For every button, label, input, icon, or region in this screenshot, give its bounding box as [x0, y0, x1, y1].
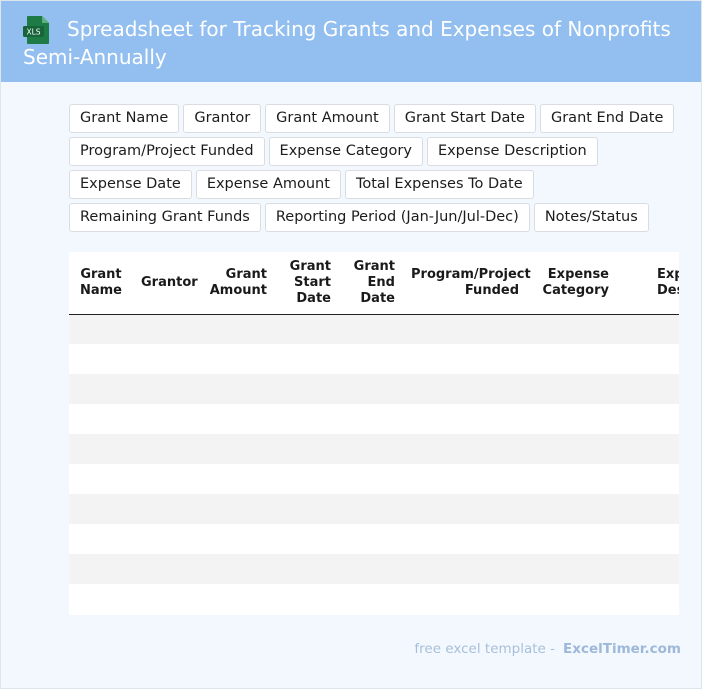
header-banner: XLS Spreadsheet for Tracking Grants and …	[1, 1, 701, 82]
header-expense-description[interactable]: Expense Description	[617, 252, 679, 315]
table-row	[69, 464, 679, 494]
table-header-row: Grant Name Grantor Grant Amount Grant St…	[69, 252, 679, 315]
header-expense-category[interactable]: Expense Category	[527, 252, 617, 315]
table-body	[69, 314, 679, 614]
header-grant-start-date[interactable]: Grant Start Date	[275, 252, 339, 315]
chip-grant-name[interactable]: Grant Name	[69, 104, 180, 133]
chip-grantor[interactable]: Grantor	[183, 104, 262, 133]
page-frame: XLS Spreadsheet for Tracking Grants and …	[0, 0, 702, 689]
table-row	[69, 554, 679, 584]
spreadsheet-table: Grant Name Grantor Grant Amount Grant St…	[69, 252, 679, 615]
table-row	[69, 434, 679, 464]
table-row	[69, 314, 679, 344]
chip-program-project-funded[interactable]: Program/Project Funded	[69, 137, 265, 166]
header-grantor[interactable]: Grantor	[133, 252, 199, 315]
table-row	[69, 374, 679, 404]
header-grant-end-date[interactable]: Grant End Date	[339, 252, 403, 315]
header-grant-amount[interactable]: Grant Amount	[199, 252, 275, 315]
chip-notes-status[interactable]: Notes/Status	[533, 203, 649, 232]
chip-expense-amount[interactable]: Expense Amount	[195, 170, 341, 199]
page-title: Spreadsheet for Tracking Grants and Expe…	[23, 17, 671, 69]
chip-expense-date[interactable]: Expense Date	[69, 170, 192, 199]
table-row	[69, 344, 679, 374]
chip-grant-end-date[interactable]: Grant End Date	[539, 104, 675, 133]
table-row	[69, 524, 679, 554]
footer-text: free excel template -	[414, 641, 556, 657]
table-row	[69, 404, 679, 434]
header-program-project-funded[interactable]: Program/Project Funded	[403, 252, 531, 315]
header-grant-name[interactable]: Grant Name	[69, 252, 133, 315]
footer-brand-link[interactable]: ExcelTimer.com	[563, 641, 681, 657]
chip-grant-start-date[interactable]: Grant Start Date	[393, 104, 536, 133]
chip-expense-category[interactable]: Expense Category	[268, 137, 423, 166]
footer-credit: free excel template - ExcelTimer.com	[1, 641, 681, 657]
table-row	[69, 494, 679, 524]
column-chip-list: Grant Name Grantor Grant Amount Grant St…	[69, 104, 681, 232]
chip-reporting-period[interactable]: Reporting Period (Jan-Jun/Jul-Dec)	[264, 203, 530, 232]
chip-grant-amount[interactable]: Grant Amount	[265, 104, 390, 133]
chip-expense-description[interactable]: Expense Description	[426, 137, 598, 166]
chip-total-expenses-to-date[interactable]: Total Expenses To Date	[344, 170, 534, 199]
table-row	[69, 584, 679, 614]
chip-remaining-grant-funds[interactable]: Remaining Grant Funds	[69, 203, 261, 232]
